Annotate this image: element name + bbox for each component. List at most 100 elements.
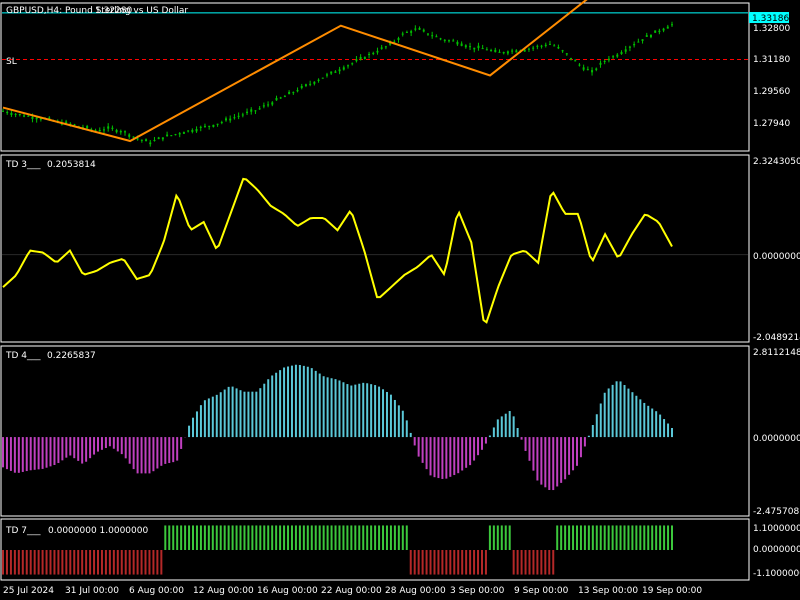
- candle-body: [178, 133, 181, 135]
- td3-plot[interactable]: [2, 177, 748, 324]
- candle-body: [6, 111, 9, 114]
- candle-body: [233, 117, 236, 119]
- td7-ylabel-0: 1.1000000: [753, 524, 800, 534]
- candle-body: [182, 132, 185, 134]
- td3-value: 0.2053814: [47, 160, 96, 170]
- candle-body: [515, 50, 518, 53]
- time-label-4: 16 Aug 00:00: [257, 586, 318, 596]
- candle-body: [203, 125, 206, 127]
- candle-body: [527, 48, 530, 50]
- candle-body: [540, 45, 543, 47]
- candle-body: [174, 134, 177, 136]
- candle-body: [237, 115, 240, 117]
- time-label-6: 28 Aug 00:00: [385, 586, 446, 596]
- candle-body: [18, 113, 21, 115]
- td4-ylabel-0: 2.8112148: [753, 348, 800, 358]
- candle-body: [208, 125, 211, 127]
- current-price-label: 1.33186: [752, 14, 789, 24]
- candle-body: [620, 52, 623, 55]
- candle-body: [212, 124, 215, 127]
- time-axis: 25 Jul 2024 31 Jul 00:00 6 Aug 00:00 12 …: [3, 586, 702, 596]
- candle-body: [410, 31, 413, 33]
- candle-body: [490, 50, 493, 52]
- candle-body: [448, 40, 450, 42]
- candle-body: [86, 126, 89, 129]
- candle-body: [225, 118, 227, 121]
- candle-body: [111, 127, 114, 129]
- candle-body: [485, 49, 488, 51]
- candle-body: [31, 116, 34, 119]
- candle-body: [578, 64, 581, 66]
- td3-ylabel-1: 0.0000000: [753, 252, 800, 262]
- candle-body: [321, 77, 324, 79]
- candle-body: [23, 115, 26, 117]
- candle-body: [128, 134, 131, 137]
- candle-body: [14, 113, 17, 115]
- candle-body: [460, 43, 463, 46]
- candle-body: [380, 47, 383, 49]
- candle-body: [161, 137, 164, 140]
- main-ylabel-0: 1.32800: [753, 24, 790, 34]
- candle-body: [607, 58, 610, 61]
- candle-body: [220, 122, 223, 124]
- candle-body: [325, 74, 328, 76]
- td7-label: TD 7___: [5, 526, 41, 536]
- candle-body: [633, 44, 636, 46]
- candle-body: [283, 96, 286, 98]
- candle-body: [565, 53, 568, 55]
- candle-body: [666, 26, 669, 29]
- candle-body: [216, 123, 219, 125]
- candle-body: [498, 51, 501, 53]
- price-plot[interactable]: [2, 0, 748, 147]
- candle-body: [330, 71, 333, 74]
- candle-body: [300, 86, 303, 88]
- candle-body: [422, 29, 425, 32]
- candle-body: [570, 57, 573, 59]
- candle-body: [296, 90, 299, 92]
- ohlc-fragment: 1.32280: [95, 6, 132, 16]
- candle-body: [136, 138, 139, 140]
- candle-body: [304, 84, 307, 86]
- candle-body: [124, 131, 127, 133]
- candle-body: [317, 79, 320, 81]
- candle-body: [288, 91, 291, 95]
- candle-body: [275, 97, 278, 101]
- candle-body: [511, 50, 514, 52]
- candle-body: [187, 130, 190, 132]
- td4-value: 0.2265837: [47, 351, 96, 361]
- candle-body: [342, 67, 345, 70]
- candle-body: [2, 110, 4, 112]
- candle-body: [439, 38, 442, 40]
- candle-body: [359, 56, 362, 60]
- mt-chart-window[interactable]: GBPUSD,H4: Pound Sterling vs US Dollar 1…: [0, 0, 800, 600]
- candle-body: [574, 60, 577, 62]
- candle-body: [98, 130, 101, 132]
- candle-body: [553, 45, 556, 47]
- td4-plot[interactable]: [2, 364, 673, 491]
- candle-body: [254, 110, 257, 112]
- candle-body: [145, 139, 148, 142]
- candle-body: [469, 46, 472, 48]
- candle-body: [637, 41, 640, 43]
- candle-body: [115, 129, 118, 133]
- candle-body: [157, 137, 160, 140]
- candle-body: [494, 49, 497, 53]
- td3-label: TD 3___: [5, 160, 41, 170]
- candle-body: [166, 134, 169, 137]
- candle-body: [599, 62, 602, 65]
- candle-body: [119, 130, 122, 133]
- candle-body: [616, 54, 619, 57]
- time-label-9: 13 Sep 00:00: [578, 586, 638, 596]
- candle-body: [241, 114, 244, 116]
- candle-body: [35, 117, 38, 120]
- candle-body: [536, 45, 539, 47]
- chart-canvas[interactable]: GBPUSD,H4: Pound Sterling vs US Dollar 1…: [0, 0, 800, 600]
- candle-body: [376, 50, 379, 53]
- candle-body: [170, 135, 173, 137]
- candle-body: [279, 97, 282, 99]
- candle-body: [591, 70, 594, 73]
- candle-body: [431, 35, 434, 37]
- zigzag-line: [2, 0, 588, 143]
- candle-body: [372, 52, 375, 55]
- time-label-3: 12 Aug 00:00: [193, 586, 254, 596]
